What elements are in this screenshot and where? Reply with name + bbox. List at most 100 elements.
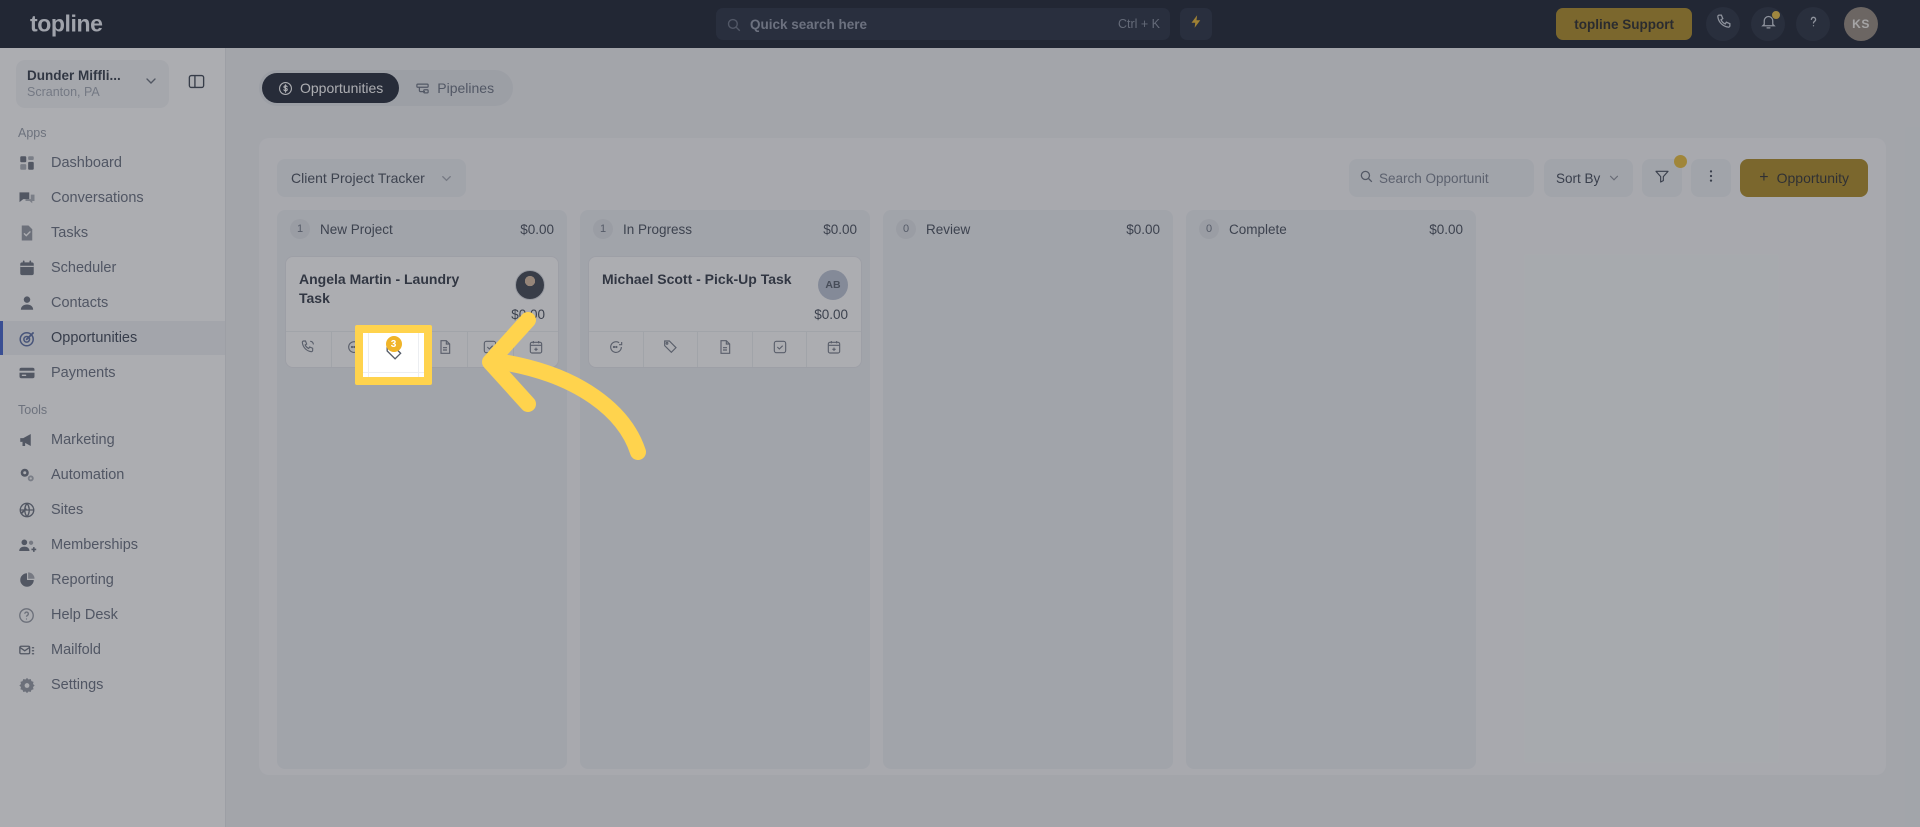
app-logo[interactable]: topline: [30, 11, 103, 38]
sidebar-item-opportunities[interactable]: Opportunities: [0, 321, 225, 355]
opportunity-search-input[interactable]: Search Opportunit: [1349, 159, 1535, 197]
dashboard-icon: [18, 153, 40, 173]
sidebar-item-mailfold[interactable]: Mailfold: [0, 633, 225, 667]
card-action-calendar[interactable]: [807, 332, 861, 367]
divider: [363, 372, 424, 373]
sidebar-item-label: Memberships: [51, 537, 139, 553]
card-action-tag[interactable]: [644, 332, 699, 367]
sidebar-item-help-desk[interactable]: Help Desk: [0, 598, 225, 632]
kanban-columns: 1 New Project $0.00 Angela Martin - Laun…: [259, 200, 1886, 769]
sidebar-item-sites[interactable]: Sites: [0, 493, 225, 527]
divider: [418, 333, 419, 377]
support-button[interactable]: topline Support: [1556, 8, 1692, 40]
sidebar: Dunder Miffli... Scranton, PA Apps Dashb…: [0, 48, 226, 827]
avatar: [515, 270, 545, 300]
help-button[interactable]: [1796, 7, 1830, 41]
filter-button[interactable]: [1642, 155, 1688, 197]
kanban-column-review: 0 Review $0.00: [883, 210, 1173, 769]
org-selector[interactable]: Dunder Miffli... Scranton, PA: [16, 60, 169, 108]
sort-by-label: Sort By: [1556, 170, 1601, 186]
search-icon: [726, 17, 741, 32]
task-check-icon: [772, 339, 788, 360]
pipeline-icon: [415, 81, 430, 96]
phone-button[interactable]: [1706, 7, 1740, 41]
tab-opportunities[interactable]: Opportunities: [262, 73, 400, 103]
document-icon: [717, 339, 733, 360]
org-name: Dunder Miffli...: [27, 68, 121, 83]
column-header: 0 Review $0.00: [883, 210, 1173, 248]
globe-icon: [18, 500, 40, 520]
panel-toggle-icon: [187, 72, 206, 96]
card-action-call[interactable]: [286, 332, 332, 367]
sidebar-item-tasks[interactable]: Tasks: [0, 216, 225, 250]
column-name: In Progress: [623, 221, 693, 237]
column-count: 0: [896, 219, 916, 239]
app-root: topline Quick search here Ctrl + K topli…: [0, 0, 1920, 827]
sidebar-item-conversations[interactable]: Conversations: [0, 181, 225, 215]
sidebar-item-scheduler[interactable]: Scheduler: [0, 251, 225, 285]
pipeline-selector[interactable]: Client Project Tracker: [277, 159, 466, 197]
chevron-down-icon: [439, 171, 454, 186]
phone-call-icon: [300, 339, 316, 360]
annotation-arrow: [482, 312, 646, 460]
user-avatar[interactable]: KS: [1844, 7, 1878, 41]
search-icon: [1359, 169, 1373, 188]
sidebar-item-label: Help Desk: [51, 607, 118, 623]
sidebar-item-label: Contacts: [51, 295, 109, 311]
add-opportunity-button[interactable]: + Opportunity: [1740, 159, 1868, 197]
global-search[interactable]: Quick search here Ctrl + K: [716, 8, 1170, 40]
calendar-icon: [18, 258, 40, 278]
quick-actions-button[interactable]: [1180, 8, 1212, 40]
target-icon: [18, 328, 40, 348]
sidebar-item-reporting[interactable]: Reporting: [0, 563, 225, 597]
sidebar-item-label: Dashboard: [51, 155, 122, 171]
notification-badge: [1772, 11, 1780, 19]
pie-chart-icon: [18, 570, 40, 590]
card-action-task[interactable]: [753, 332, 808, 367]
column-count: 1: [290, 219, 310, 239]
column-name: Review: [926, 221, 971, 237]
board-toolbar: Client Project Tracker Search Opportunit…: [259, 138, 1886, 200]
org-row: Dunder Miffli... Scranton, PA: [0, 48, 225, 114]
dollar-circle-icon: [278, 81, 293, 96]
tab-label: Pipelines: [437, 80, 495, 96]
sidebar-item-marketing[interactable]: Marketing: [0, 423, 225, 457]
search-shortcut: Ctrl + K: [1117, 17, 1160, 31]
plus-icon: +: [1759, 169, 1769, 186]
people-plus-icon: [18, 535, 40, 555]
tab-pipelines[interactable]: Pipelines: [399, 73, 510, 103]
column-count: 0: [1199, 219, 1219, 239]
tag-icon: [662, 339, 678, 360]
sidebar-item-label: Opportunities: [51, 330, 138, 346]
help-circle-icon: [18, 605, 40, 625]
more-options-button[interactable]: [1691, 159, 1732, 197]
kanban-column-in-progress: 1 In Progress $0.00 Michael Scott - Pick…: [580, 210, 870, 769]
card-action-document[interactable]: [698, 332, 753, 367]
sidebar-item-dashboard[interactable]: Dashboard: [0, 146, 225, 180]
divider: [368, 333, 369, 377]
credit-card-icon: [18, 363, 40, 383]
global-search-placeholder: Quick search here: [750, 16, 868, 32]
sort-by-button[interactable]: Sort By: [1544, 159, 1634, 197]
column-total: $0.00: [823, 221, 857, 237]
sidebar-item-automation[interactable]: Automation: [0, 458, 225, 492]
add-opportunity-label: Opportunity: [1776, 170, 1849, 186]
person-icon: [18, 293, 40, 313]
sidebar-item-payments[interactable]: Payments: [0, 356, 225, 390]
notifications-button[interactable]: [1751, 7, 1785, 41]
column-header: 1 In Progress $0.00: [580, 210, 870, 248]
filter-active-badge: [1674, 155, 1688, 168]
org-location: Scranton, PA: [27, 85, 100, 99]
gear-icon: [18, 675, 40, 695]
sidebar-item-memberships[interactable]: Memberships: [0, 528, 225, 562]
column-header: 1 New Project $0.00: [277, 210, 567, 248]
sidebar-item-label: Reporting: [51, 572, 114, 588]
column-body: [883, 248, 1173, 769]
sidebar-item-contacts[interactable]: Contacts: [0, 286, 225, 320]
column-header: 0 Complete $0.00: [1186, 210, 1476, 248]
pipeline-selected-label: Client Project Tracker: [291, 170, 425, 186]
chevron-down-icon: [1607, 171, 1621, 185]
sidebar-item-settings[interactable]: Settings: [0, 668, 225, 702]
tabs-row: Opportunities Pipelines: [226, 48, 1920, 106]
panel-toggle-button[interactable]: [179, 67, 213, 101]
